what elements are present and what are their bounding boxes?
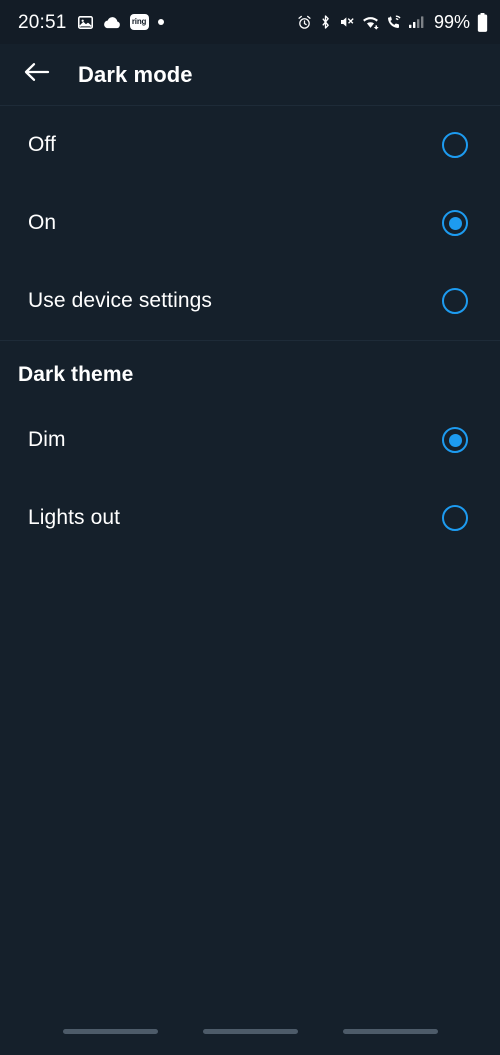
radio-lights-out[interactable] <box>442 505 468 531</box>
nav-pill-home[interactable] <box>202 1028 298 1034</box>
ring-badge-icon: ring <box>129 14 149 30</box>
option-label: Lights out <box>28 506 121 529</box>
radio-off[interactable] <box>442 132 468 158</box>
dot-indicator-icon <box>157 19 164 25</box>
settings-content: Off On Use device settings Dark theme Di… <box>0 106 500 1015</box>
dark-mode-options-group: Off On Use device settings <box>0 106 500 341</box>
option-label: Use device settings <box>28 289 212 312</box>
option-label: Off <box>28 133 56 156</box>
radio-use-device-settings[interactable] <box>442 288 468 314</box>
phone-screen: 20:51 ring 99% Dark mode Off On Use devi… <box>0 0 500 1055</box>
section-header-dark-theme: Dark theme <box>18 363 134 386</box>
content-empty-space <box>0 557 500 1015</box>
wifi-icon <box>362 15 379 30</box>
alarm-icon <box>297 15 312 30</box>
system-navigation-bar <box>0 1015 500 1055</box>
option-label: Dim <box>28 428 66 451</box>
nav-pill-back[interactable] <box>342 1028 438 1034</box>
back-arrow-icon <box>24 61 50 88</box>
bluetooth-icon <box>319 14 332 30</box>
wifi-calling-icon <box>386 14 402 30</box>
cellular-signal-icon <box>408 15 425 29</box>
status-bar-left: 20:51 ring <box>18 13 164 32</box>
radio-dim[interactable] <box>442 427 468 453</box>
status-clock: 20:51 <box>18 11 67 33</box>
option-label: On <box>28 211 57 234</box>
battery-percent-label: 99% <box>433 12 470 32</box>
radio-on[interactable] <box>442 210 468 236</box>
back-button[interactable] <box>18 56 56 94</box>
option-row-on[interactable]: On <box>0 184 500 262</box>
app-bar: Dark mode <box>0 44 500 106</box>
nav-pill-recents[interactable] <box>62 1028 158 1034</box>
option-row-lights-out[interactable]: Lights out <box>0 479 500 557</box>
status-bar-right: 99% <box>297 12 488 32</box>
option-row-use-device-settings[interactable]: Use device settings <box>0 262 500 340</box>
status-bar: 20:51 ring 99% <box>0 0 500 44</box>
option-row-dim[interactable]: Dim <box>0 401 500 479</box>
photo-icon <box>77 14 94 31</box>
volume-mute-icon <box>339 14 355 30</box>
battery-icon <box>477 12 488 32</box>
cloud-icon <box>103 16 121 29</box>
page-title: Dark mode <box>78 61 193 87</box>
option-row-off[interactable]: Off <box>0 106 500 184</box>
dark-theme-group: Dark theme Dim Lights out <box>0 341 500 557</box>
